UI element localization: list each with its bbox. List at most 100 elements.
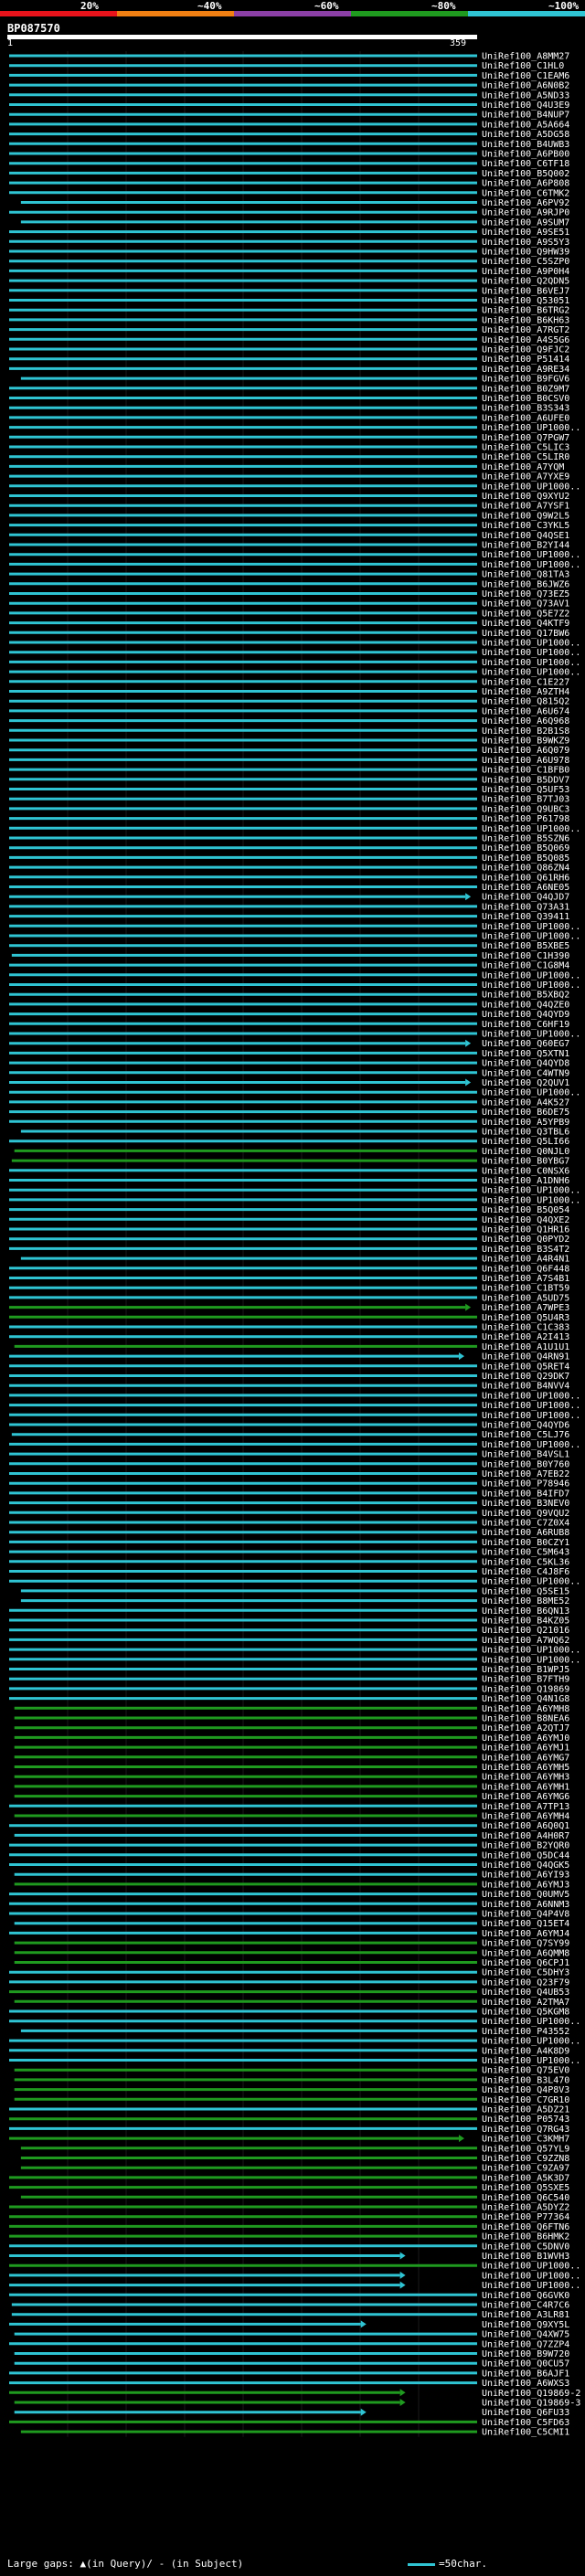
hit-label[interactable]: UniRef100_B7TJ03 xyxy=(482,795,569,805)
hit-label[interactable]: UniRef100_UP1000.. xyxy=(482,2056,580,2066)
hit-label[interactable]: UniRef100_C5LIC3 xyxy=(482,443,569,453)
hit-label[interactable]: UniRef100_A6QMM8 xyxy=(482,1948,569,1958)
hit-label[interactable]: UniRef100_C3YKL5 xyxy=(482,521,569,531)
hit-label[interactable]: UniRef100_C7GR10 xyxy=(482,2095,569,2105)
hit-label[interactable]: UniRef100_Q5LI66 xyxy=(482,1137,569,1147)
hit-label[interactable]: UniRef100_A6YMH1 xyxy=(482,1782,569,1792)
hit-label[interactable]: UniRef100_C5CMI1 xyxy=(482,2428,569,2438)
hit-label[interactable]: UniRef100_Q73A31 xyxy=(482,902,569,912)
hit-label[interactable]: UniRef100_A6YI93 xyxy=(482,1871,569,1881)
hit-label[interactable]: UniRef100_UP1000.. xyxy=(482,668,580,678)
hit-label[interactable]: UniRef100_C4J8F6 xyxy=(482,1567,569,1577)
hit-label[interactable]: UniRef100_B2YQR0 xyxy=(482,1841,569,1851)
hit-label[interactable]: UniRef100_Q19869-3 xyxy=(482,2399,580,2409)
hit-label[interactable]: UniRef100_Q29DK7 xyxy=(482,1372,569,1382)
hit-label[interactable]: UniRef100_C1H390 xyxy=(482,951,569,961)
hit-label[interactable]: UniRef100_B6DE75 xyxy=(482,1108,569,1118)
hit-label[interactable]: UniRef100_A5DYZ2 xyxy=(482,2203,569,2213)
hit-label[interactable]: UniRef100_A6WXS3 xyxy=(482,2379,569,2389)
hit-label[interactable]: UniRef100_A9P0H4 xyxy=(482,267,569,277)
hit-label[interactable]: UniRef100_B4NVV4 xyxy=(482,1382,569,1392)
hit-label[interactable]: UniRef100_Q4QYD6 xyxy=(482,1421,569,1431)
hit-label[interactable]: UniRef100_A6U674 xyxy=(482,706,569,716)
hit-label[interactable]: UniRef100_UP1000.. xyxy=(482,1440,580,1450)
hit-label[interactable]: UniRef100_A4S5G6 xyxy=(482,335,569,345)
hit-label[interactable]: UniRef100_Q5XTN1 xyxy=(482,1049,569,1059)
hit-label[interactable]: UniRef100_A6RUB8 xyxy=(482,1528,569,1538)
hit-label[interactable]: UniRef100_B6JWZ6 xyxy=(482,579,569,589)
hit-label[interactable]: UniRef100_Q0UMV5 xyxy=(482,1890,569,1900)
hit-label[interactable]: UniRef100_A9RE34 xyxy=(482,365,569,375)
hit-label[interactable]: UniRef100_UP1000.. xyxy=(482,1411,580,1421)
hit-label[interactable]: UniRef100_UP1000.. xyxy=(482,1646,580,1656)
hit-label[interactable]: UniRef100_B9WKZ9 xyxy=(482,737,569,747)
hit-label[interactable]: UniRef100_Q4QSE1 xyxy=(482,531,569,541)
hit-label[interactable]: UniRef100_A8MM27 xyxy=(482,52,569,62)
hit-label[interactable]: UniRef100_UP1000.. xyxy=(482,922,580,932)
hit-label[interactable]: UniRef100_Q86ZN4 xyxy=(482,864,569,874)
hit-label[interactable]: UniRef100_A7EB22 xyxy=(482,1469,569,1479)
hit-label[interactable]: UniRef100_A6YMJ4 xyxy=(482,1929,569,1939)
hit-label[interactable]: UniRef100_B6TRG2 xyxy=(482,306,569,316)
hit-label[interactable]: UniRef100_A6YMH4 xyxy=(482,1812,569,1822)
hit-label[interactable]: UniRef100_A6YMG7 xyxy=(482,1753,569,1763)
hit-label[interactable]: UniRef100_B6AJF1 xyxy=(482,2369,569,2379)
hit-label[interactable]: UniRef100_Q6CPJ1 xyxy=(482,1958,569,1968)
hit-label[interactable]: UniRef100_UP1000.. xyxy=(482,2017,580,2027)
hit-label[interactable]: UniRef100_Q4RN91 xyxy=(482,1352,569,1362)
hit-label[interactable]: UniRef100_Q5KGM8 xyxy=(482,2008,569,2018)
hit-label[interactable]: UniRef100_B8ME52 xyxy=(482,1596,569,1606)
hit-label[interactable]: UniRef100_UP1000.. xyxy=(482,2262,580,2272)
hit-label[interactable]: UniRef100_A6YMJ1 xyxy=(482,1744,569,1754)
hit-label[interactable]: UniRef100_C5DHY3 xyxy=(482,1968,569,1978)
hit-label[interactable]: UniRef100_B5DDV7 xyxy=(482,775,569,785)
hit-label[interactable]: UniRef100_P51414 xyxy=(482,355,569,365)
hit-label[interactable]: UniRef100_C5LJ76 xyxy=(482,1430,569,1440)
hit-label[interactable]: UniRef100_Q73AV1 xyxy=(482,599,569,610)
hit-label[interactable]: UniRef100_Q2QUV1 xyxy=(482,1078,569,1088)
hit-label[interactable]: UniRef100_C1E227 xyxy=(482,677,569,687)
hit-label[interactable]: UniRef100_Q4P8V3 xyxy=(482,2085,569,2095)
hit-label[interactable]: UniRef100_Q75EV0 xyxy=(482,2066,569,2076)
hit-label[interactable]: UniRef100_P61798 xyxy=(482,814,569,824)
hit-label[interactable]: UniRef100_UP1000.. xyxy=(482,824,580,834)
hit-label[interactable]: UniRef100_B2B1S8 xyxy=(482,726,569,737)
hit-label[interactable]: UniRef100_C1HL0 xyxy=(482,61,564,71)
hit-label[interactable]: UniRef100_Q5SE15 xyxy=(482,1586,569,1596)
hit-label[interactable]: UniRef100_B5Q002 xyxy=(482,169,569,179)
hit-label[interactable]: UniRef100_B1WVH3 xyxy=(482,2252,569,2262)
hit-label[interactable]: UniRef100_Q4QZE0 xyxy=(482,1000,569,1010)
hit-label[interactable]: UniRef100_P43552 xyxy=(482,2027,569,2037)
hit-label[interactable]: UniRef100_Q15ET4 xyxy=(482,1919,569,1929)
hit-label[interactable]: UniRef100_B0CSV0 xyxy=(482,394,569,404)
hit-label[interactable]: UniRef100_B0Y760 xyxy=(482,1459,569,1469)
hit-label[interactable]: UniRef100_C5LIR0 xyxy=(482,452,569,462)
hit-label[interactable]: UniRef100_B5Q069 xyxy=(482,843,569,853)
hit-label[interactable]: UniRef100_UP1000.. xyxy=(482,1577,580,1587)
hit-label[interactable]: UniRef100_Q9VQU2 xyxy=(482,1509,569,1519)
hit-label[interactable]: UniRef100_Q4QXE2 xyxy=(482,1215,569,1225)
hit-label[interactable]: UniRef100_B5XBQ2 xyxy=(482,991,569,1001)
hit-label[interactable]: UniRef100_A2I413 xyxy=(482,1332,569,1342)
hit-label[interactable]: UniRef100_B4NUP7 xyxy=(482,111,569,121)
hit-label[interactable]: UniRef100_A6YMG6 xyxy=(482,1792,569,1802)
hit-label[interactable]: UniRef100_Q5UF53 xyxy=(482,785,569,795)
hit-label[interactable]: UniRef100_C6TMK2 xyxy=(482,188,569,198)
hit-label[interactable]: UniRef100_Q9HW39 xyxy=(482,248,569,258)
hit-label[interactable]: UniRef100_B2YI44 xyxy=(482,541,569,551)
hit-label[interactable]: UniRef100_A2TMA7 xyxy=(482,1998,569,2008)
hit-label[interactable]: UniRef100_C1G8M4 xyxy=(482,961,569,971)
hit-label[interactable]: UniRef100_B4VSL1 xyxy=(482,1450,569,1460)
hit-label[interactable]: UniRef100_P77364 xyxy=(482,2212,569,2222)
hit-label[interactable]: UniRef100_Q5E7Z2 xyxy=(482,609,569,619)
hit-label[interactable]: UniRef100_C6TF18 xyxy=(482,159,569,169)
hit-label[interactable]: UniRef100_Q61RH6 xyxy=(482,873,569,883)
hit-label[interactable]: UniRef100_A6Q079 xyxy=(482,746,569,756)
hit-label[interactable]: UniRef100_UP1000.. xyxy=(482,981,580,991)
hit-label[interactable]: UniRef100_Q4UB53 xyxy=(482,1988,569,1998)
hit-label[interactable]: UniRef100_C0NSX6 xyxy=(482,1166,569,1176)
hit-label[interactable]: UniRef100_A6YMJ3 xyxy=(482,1880,569,1890)
hit-label[interactable]: UniRef100_B5Q085 xyxy=(482,853,569,864)
hit-label[interactable]: UniRef100_Q23F79 xyxy=(482,1977,569,1988)
hit-label[interactable]: UniRef100_UP1000.. xyxy=(482,482,580,492)
